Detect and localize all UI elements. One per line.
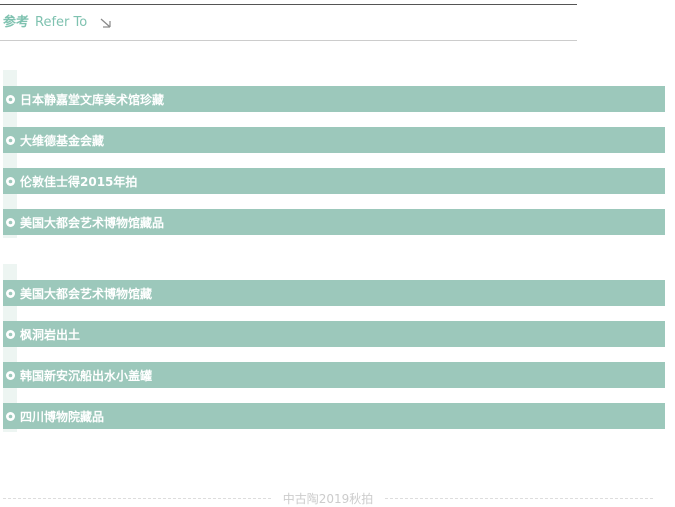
- footer-left-dash: [3, 497, 271, 499]
- reference-link-label: 日本静嘉堂文库美术馆珍藏: [20, 92, 165, 107]
- reference-link-item[interactable]: 韩国新安沉船出水小盖罐: [3, 362, 665, 388]
- reference-link-item[interactable]: 大维德基金会藏: [3, 127, 665, 153]
- section-title-en: Refer To: [35, 15, 88, 30]
- flower-bullet-icon: [5, 411, 16, 422]
- reference-link-item[interactable]: 美国大都会艺术博物馆藏: [3, 280, 665, 306]
- reference-link-label: 韩国新安沉船出水小盖罐: [20, 368, 153, 383]
- flower-bullet-icon: [5, 135, 16, 146]
- flower-bullet-icon: [5, 370, 16, 381]
- reference-link-item[interactable]: 枫洞岩出土: [3, 321, 665, 347]
- footer: 中古陶2019秋拍: [3, 489, 654, 507]
- section-header: 参考 Refer To: [3, 14, 113, 32]
- flower-bullet-icon: [5, 329, 16, 340]
- reference-link-label: 枫洞岩出土: [20, 327, 81, 342]
- reference-link-label: 美国大都会艺术博物馆藏品: [20, 215, 165, 230]
- footer-right-dash: [385, 497, 654, 499]
- flower-bullet-icon: [5, 217, 16, 228]
- reference-group-2: 美国大都会艺术博物馆藏 枫洞岩出土 韩国新安沉船出水小盖罐 四川博物院藏品: [3, 264, 665, 432]
- reference-group-1: 日本静嘉堂文库美术馆珍藏 大维德基金会藏 伦敦佳士得2015年拍 美国大都会艺术…: [3, 70, 665, 238]
- flower-bullet-icon: [5, 176, 16, 187]
- flower-bullet-icon: [5, 288, 16, 299]
- arrow-down-right-icon: [99, 16, 113, 30]
- reference-link-label: 美国大都会艺术博物馆藏: [20, 286, 153, 301]
- reference-link-label: 四川博物院藏品: [20, 409, 105, 424]
- reference-link-item[interactable]: 日本静嘉堂文库美术馆珍藏: [3, 86, 665, 112]
- reference-link-item[interactable]: 伦敦佳士得2015年拍: [3, 168, 665, 194]
- top-divider: [0, 4, 577, 5]
- section-title-cn: 参考: [3, 15, 30, 30]
- reference-link-item[interactable]: 美国大都会艺术博物馆藏品: [3, 209, 665, 235]
- reference-link-item[interactable]: 四川博物院藏品: [3, 403, 665, 429]
- flower-bullet-icon: [5, 94, 16, 105]
- reference-link-label: 大维德基金会藏: [20, 133, 105, 148]
- header-divider: [0, 40, 577, 41]
- footer-text: 中古陶2019秋拍: [282, 491, 374, 506]
- reference-link-label: 伦敦佳士得2015年拍: [20, 174, 138, 189]
